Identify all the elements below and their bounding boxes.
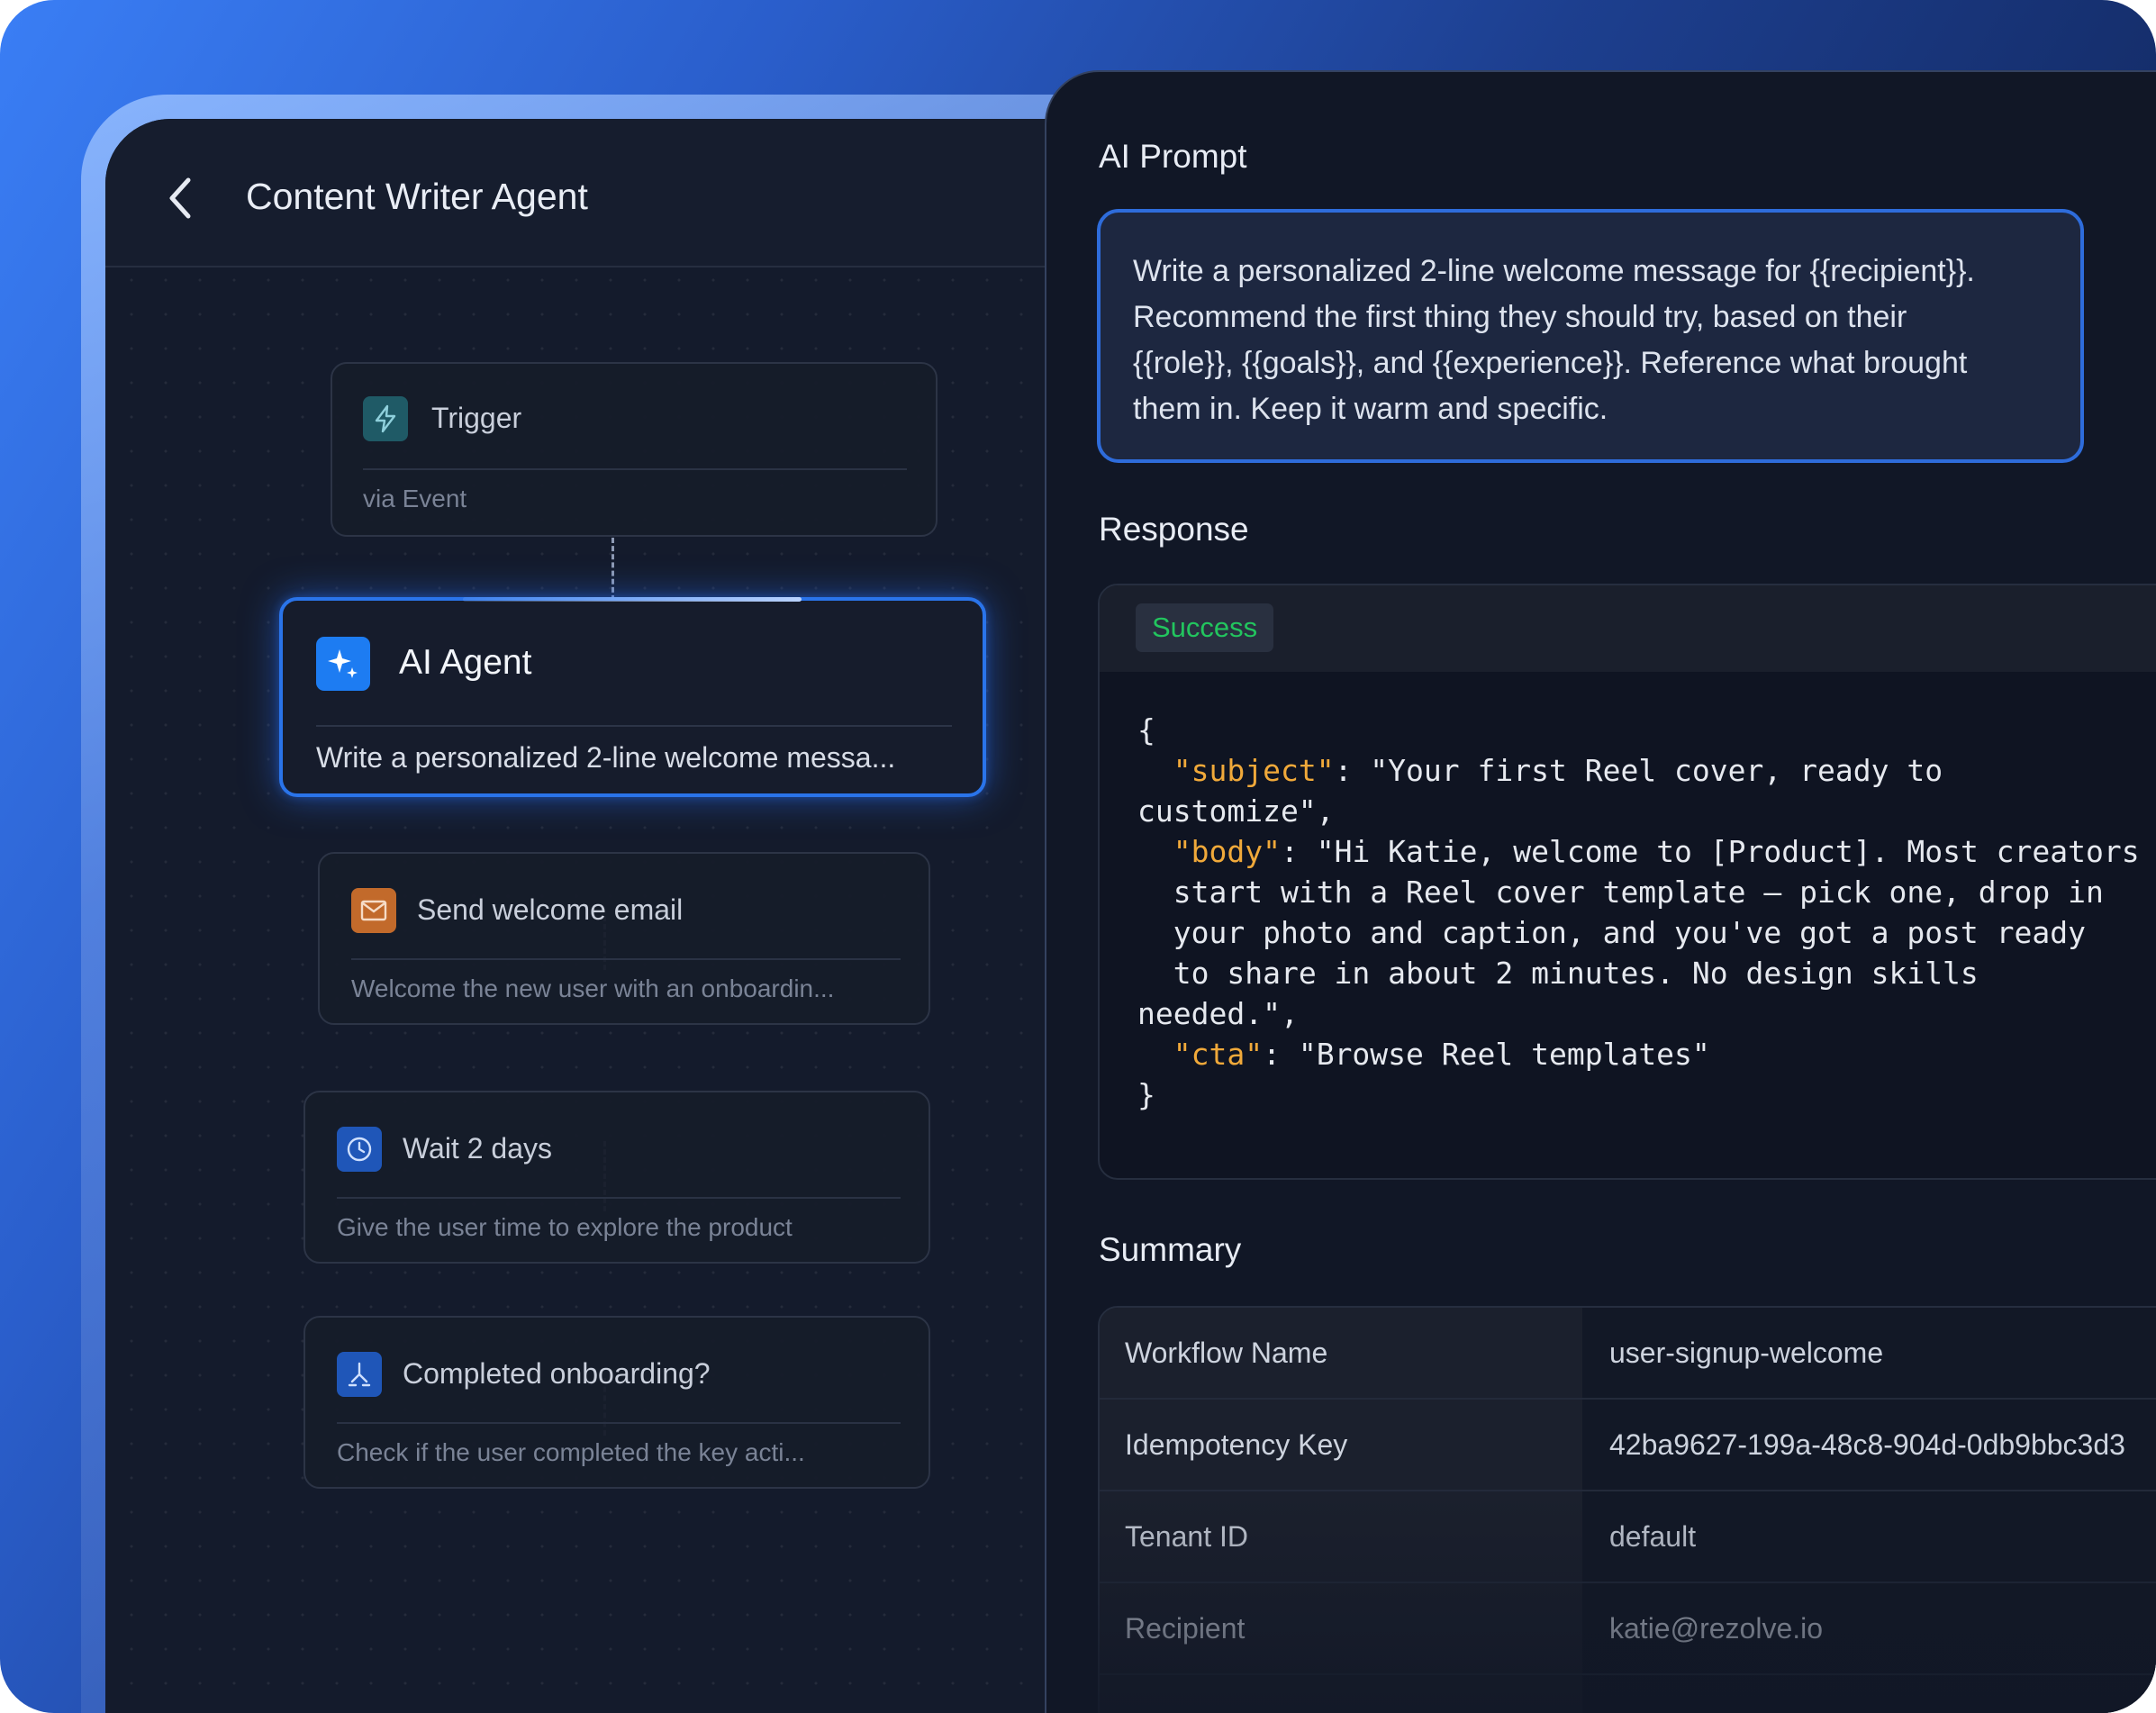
summary-heading: Summary bbox=[1099, 1231, 1242, 1268]
wait-node[interactable]: Wait 2 days Give the user time to explor… bbox=[303, 1091, 930, 1264]
code-line: start with a Reel cover template — pick … bbox=[1137, 872, 2156, 912]
status-badge: Success bbox=[1136, 603, 1274, 652]
ai-agent-node[interactable]: AI Agent Write a personalized 2-line wel… bbox=[279, 597, 986, 797]
json-key: "subject" bbox=[1173, 753, 1335, 788]
code-line: "body": "Hi Katie, welcome to [Product].… bbox=[1137, 831, 2156, 872]
code-line: { bbox=[1137, 712, 1155, 748]
json-value: to share in about 2 minutes. No design s… bbox=[1173, 956, 1979, 991]
mail-icon bbox=[351, 888, 396, 933]
response-json: { "subject": "Your first Reel cover, rea… bbox=[1137, 710, 2156, 1115]
row-key: Recipient bbox=[1100, 1583, 1582, 1673]
json-value: : "Your first Reel cover, ready to bbox=[1334, 753, 1943, 788]
row-key: Idempotency Key bbox=[1100, 1400, 1582, 1490]
trigger-description: via Event bbox=[363, 485, 467, 512]
prompt-text-box[interactable]: Write a personalized 2-line welcome mess… bbox=[1097, 209, 2084, 463]
send-email-node[interactable]: Send welcome email Welcome the new user … bbox=[318, 852, 930, 1025]
json-value: your photo and caption, and you've got a… bbox=[1173, 915, 2087, 950]
sparkle-icon bbox=[316, 637, 370, 691]
agent-header: Content Writer Agent bbox=[105, 119, 1096, 267]
code-line: "subject": "Your first Reel cover, ready… bbox=[1137, 750, 2156, 791]
json-key: "cta" bbox=[1173, 1037, 1264, 1072]
table-row: Idempotency Key 42ba9627-199a-48c8-904d-… bbox=[1100, 1400, 2156, 1491]
prompt-line: them in. Keep it warm and specific. bbox=[1133, 392, 1608, 426]
summary-table: Workflow Name user-signup-welcome Idempo… bbox=[1098, 1306, 2156, 1713]
chevron-left-icon bbox=[169, 177, 191, 219]
divider bbox=[351, 958, 901, 960]
json-value: : "Hi Katie, welcome to [Product]. Most … bbox=[1280, 834, 2140, 869]
json-value: : "Browse Reel templates" bbox=[1263, 1037, 1710, 1072]
trigger-node[interactable]: Trigger via Event bbox=[331, 362, 938, 537]
row-value: 42ba9627-199a-48c8-904d-0db9bbc3d3 bbox=[1609, 1428, 2125, 1461]
row-key bbox=[1100, 1675, 1582, 1713]
row-value: user-signup-welcome bbox=[1609, 1337, 1884, 1369]
code-line: customize", bbox=[1137, 793, 1335, 829]
divider bbox=[337, 1422, 901, 1424]
table-row: Workflow Name user-signup-welcome bbox=[1100, 1308, 2156, 1400]
code-line: "cta": "Browse Reel templates" bbox=[1137, 1034, 2156, 1074]
prompt-line: Write a personalized 2-line welcome mess… bbox=[1133, 254, 1975, 288]
row-key: Workflow Name bbox=[1100, 1308, 1582, 1398]
prompt-line: {{role}}, {{goals}}, and {{experience}}.… bbox=[1133, 346, 1968, 380]
background: Content Writer Agent Trigger via Event A… bbox=[0, 0, 2156, 1713]
completed-title: Completed onboarding? bbox=[403, 1357, 711, 1390]
response-header: Success bbox=[1100, 585, 2156, 672]
back-button[interactable] bbox=[158, 171, 203, 225]
clock-icon bbox=[337, 1127, 382, 1172]
json-key: "body" bbox=[1173, 834, 1281, 869]
row-value: default bbox=[1609, 1520, 1697, 1553]
response-box: Success { "subject": "Your first Reel co… bbox=[1098, 584, 2156, 1180]
completed-description: Check if the user completed the key acti… bbox=[337, 1438, 805, 1466]
ai-agent-description: Write a personalized 2-line welcome mess… bbox=[316, 741, 896, 774]
trigger-title: Trigger bbox=[431, 402, 522, 434]
table-row: Recipient katie@rezolve.io bbox=[1100, 1583, 2156, 1675]
wait-description: Give the user time to explore the produc… bbox=[337, 1213, 793, 1241]
code-line: } bbox=[1137, 1077, 1155, 1112]
workflow-canvas-panel: Content Writer Agent Trigger via Event A… bbox=[105, 119, 1096, 1713]
progress-indicator bbox=[463, 597, 802, 602]
table-row: Tenant ID default bbox=[1100, 1491, 2156, 1583]
json-value: start with a Reel cover template — pick … bbox=[1173, 875, 2104, 910]
details-panel: AI Prompt Write a personalized 2-line we… bbox=[1045, 70, 2156, 1713]
divider bbox=[316, 725, 952, 727]
send-email-description: Welcome the new user with an onboardin..… bbox=[351, 974, 835, 1002]
divider bbox=[363, 468, 907, 470]
code-line: to share in about 2 minutes. No design s… bbox=[1137, 953, 2156, 993]
prompt-line: Recommend the first thing they should tr… bbox=[1133, 300, 1907, 334]
row-value: katie@rezolve.io bbox=[1609, 1612, 1824, 1645]
table-row bbox=[1100, 1675, 2156, 1713]
code-line: needed.", bbox=[1137, 996, 1299, 1031]
send-email-title: Send welcome email bbox=[417, 893, 684, 926]
wait-title: Wait 2 days bbox=[403, 1132, 552, 1165]
branch-icon bbox=[337, 1352, 382, 1397]
code-line: your photo and caption, and you've got a… bbox=[1137, 912, 2156, 953]
row-key: Tenant ID bbox=[1100, 1491, 1582, 1582]
lightning-icon bbox=[363, 396, 408, 441]
page-title: Content Writer Agent bbox=[246, 176, 588, 217]
ai-agent-title: AI Agent bbox=[399, 643, 532, 682]
prompt-heading: AI Prompt bbox=[1099, 138, 1247, 175]
completed-onboarding-node[interactable]: Completed onboarding? Check if the user … bbox=[303, 1316, 930, 1489]
response-heading: Response bbox=[1099, 511, 1249, 548]
divider bbox=[337, 1197, 901, 1199]
